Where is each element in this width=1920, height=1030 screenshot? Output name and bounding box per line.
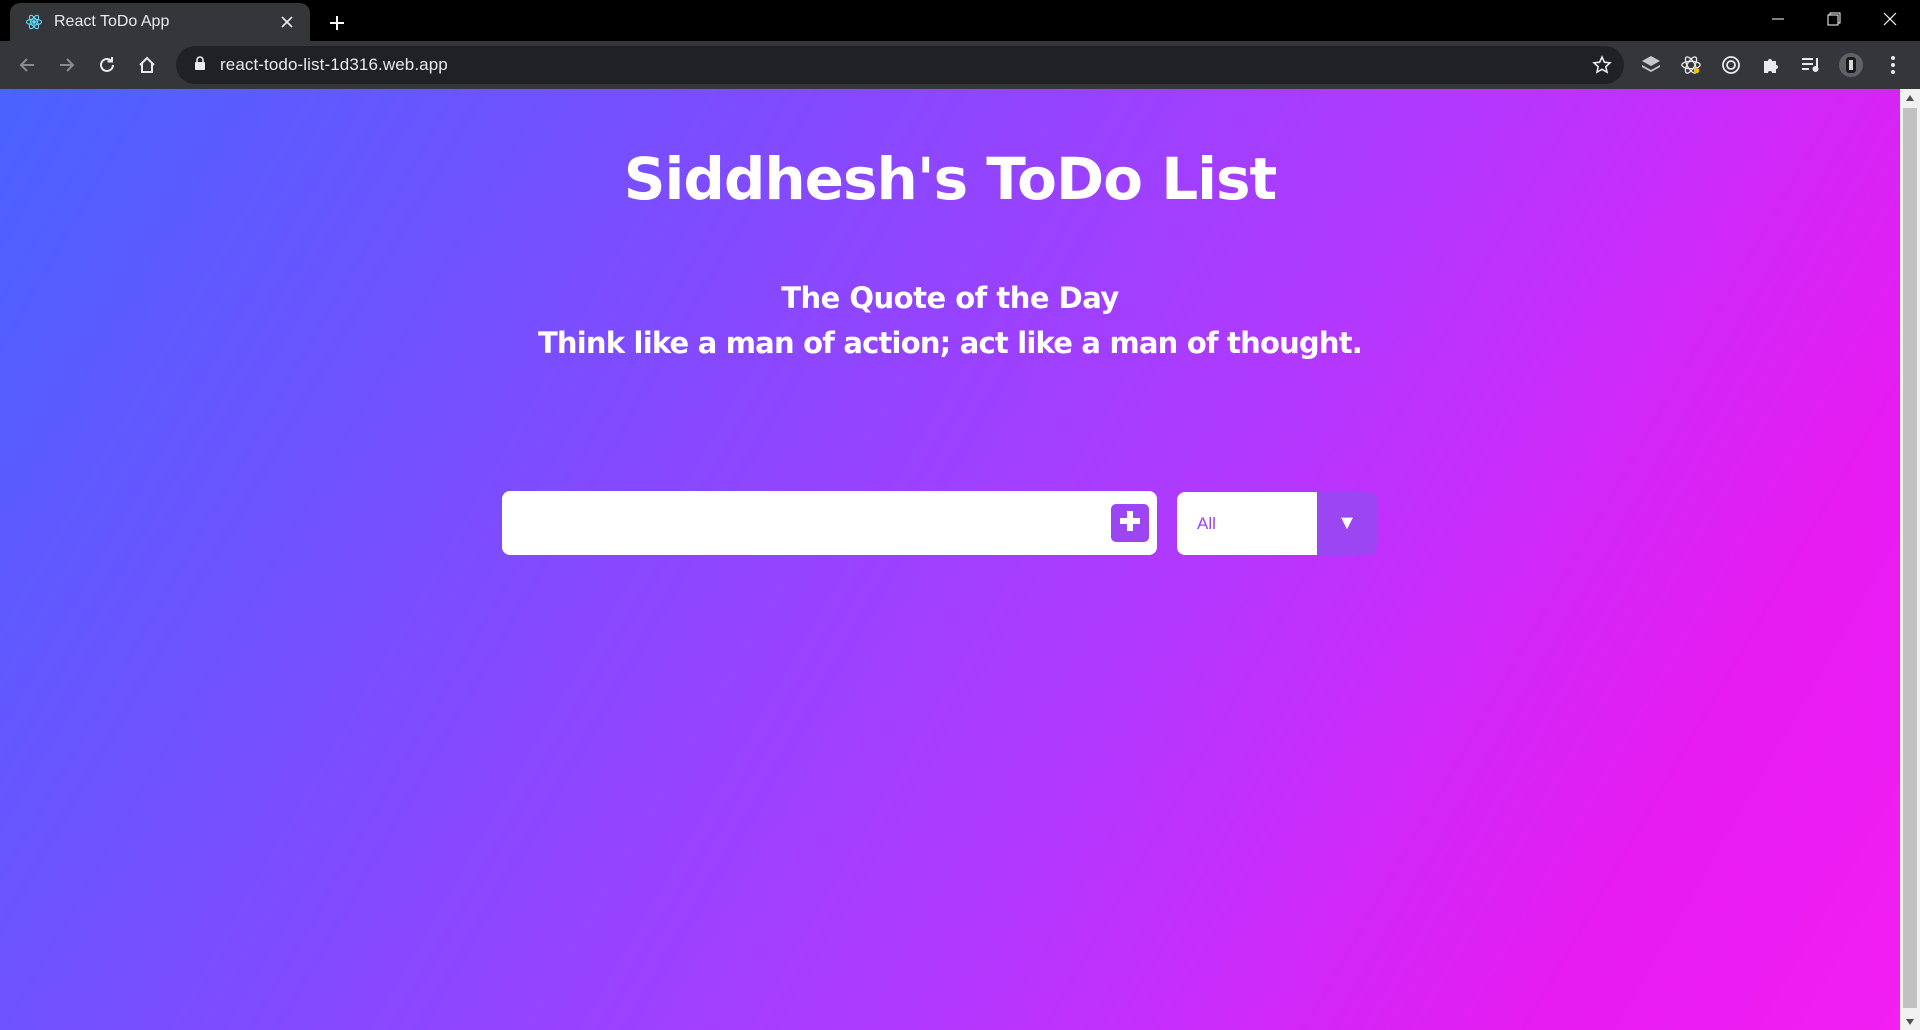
target-extension-icon[interactable] bbox=[1718, 52, 1744, 78]
reload-icon[interactable] bbox=[92, 50, 122, 80]
tab-close-icon[interactable] bbox=[276, 11, 298, 33]
layers-extension-icon[interactable] bbox=[1638, 52, 1664, 78]
forward-arrow-icon[interactable] bbox=[52, 50, 82, 80]
quote-heading: The Quote of the Day bbox=[781, 281, 1119, 315]
address-bar[interactable]: react-todo-list-1d316.web.app bbox=[176, 46, 1624, 84]
extensions-puzzle-icon[interactable] bbox=[1758, 52, 1784, 78]
close-window-icon[interactable] bbox=[1862, 0, 1918, 38]
back-arrow-icon[interactable] bbox=[12, 50, 42, 80]
plus-icon bbox=[1118, 509, 1142, 538]
media-queue-icon[interactable] bbox=[1798, 52, 1824, 78]
todo-input[interactable] bbox=[502, 491, 1092, 555]
minimize-icon[interactable] bbox=[1750, 0, 1806, 38]
tab-title: React ToDo App bbox=[54, 13, 170, 30]
lock-icon bbox=[194, 55, 206, 75]
new-tab-icon[interactable] bbox=[322, 8, 352, 38]
browser-tab[interactable]: React ToDo App bbox=[10, 3, 310, 41]
react-logo-icon bbox=[24, 12, 44, 32]
quote-text: Think like a man of action; act like a m… bbox=[537, 326, 1363, 360]
todo-form bbox=[502, 491, 1157, 555]
filter-select[interactable]: All ▼ bbox=[1177, 492, 1377, 555]
page-scrollbar[interactable] bbox=[1900, 89, 1920, 1030]
scroll-up-icon[interactable] bbox=[1900, 89, 1920, 106]
bookmark-star-icon[interactable] bbox=[1590, 53, 1614, 77]
react-devtools-icon[interactable] bbox=[1678, 52, 1704, 78]
home-icon[interactable] bbox=[132, 50, 162, 80]
url-text: react-todo-list-1d316.web.app bbox=[220, 55, 448, 74]
page-viewport: Siddhesh's ToDo List The Quote of the Da… bbox=[0, 89, 1900, 1030]
chevron-down-icon[interactable]: ▼ bbox=[1317, 492, 1377, 555]
add-todo-button[interactable] bbox=[1111, 504, 1149, 542]
browser-menu-icon[interactable] bbox=[1880, 52, 1906, 78]
profile-avatar-icon[interactable] bbox=[1838, 52, 1864, 78]
scroll-thumb[interactable] bbox=[1903, 108, 1917, 1008]
page-title: Siddhesh's ToDo List bbox=[623, 145, 1278, 213]
filter-selected-value[interactable]: All bbox=[1177, 492, 1317, 555]
browser-titlebar: React ToDo App bbox=[0, 0, 1920, 41]
browser-toolbar: react-todo-list-1d316.web.app bbox=[0, 41, 1920, 89]
restore-icon[interactable] bbox=[1806, 0, 1862, 38]
scroll-down-icon[interactable] bbox=[1900, 1013, 1920, 1030]
